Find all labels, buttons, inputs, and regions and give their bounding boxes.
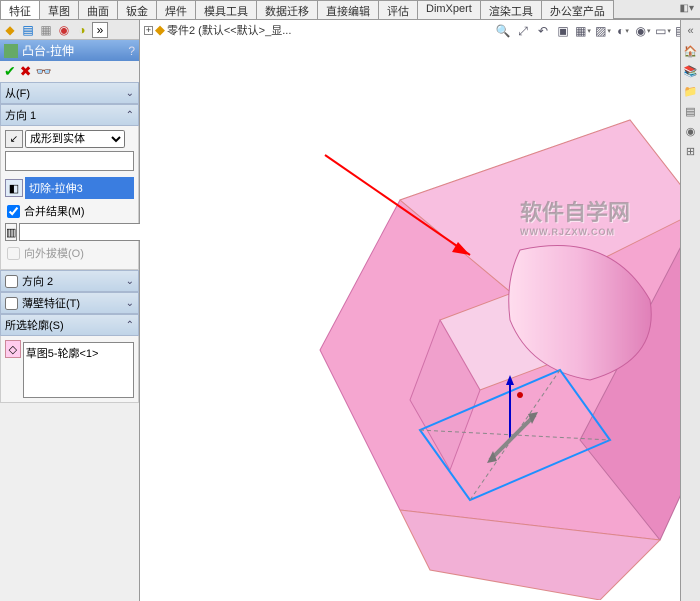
section-thin-label: 薄壁特征(T) xyxy=(22,295,80,311)
tab-office[interactable]: 办公室产品 xyxy=(541,0,614,19)
section-contour-header[interactable]: 所选轮廓(S) ⌃ xyxy=(0,314,139,336)
section-view-icon[interactable]: ▣ xyxy=(554,22,572,40)
section-dir1-body: ↙ 成形到实体 ◧ 切除-拉伸3 合并结果(M) ▥ 向外拔模(O) xyxy=(0,126,139,270)
hide-show-icon[interactable]: ◐▾ xyxy=(614,22,632,40)
search-glyph-icon[interactable]: ◧▾ xyxy=(680,3,694,14)
section-dir2-header[interactable]: 方向 2 ⌄ xyxy=(0,270,139,292)
direction-vector-input[interactable] xyxy=(5,151,134,171)
scene-icon[interactable]: ▭▾ xyxy=(654,22,672,40)
draft-icon[interactable]: ▥ xyxy=(5,223,17,241)
thin-checkbox[interactable] xyxy=(5,297,18,310)
view-orient-icon[interactable]: ▦▾ xyxy=(574,22,592,40)
display-icon[interactable]: ◉ xyxy=(56,22,72,38)
part-name[interactable]: 零件2 (默认<<默认>_显... xyxy=(167,22,291,38)
taskpane-library-icon[interactable]: 📚 xyxy=(682,62,700,80)
graphics-viewport[interactable]: + ◆ 零件2 (默认<<默认>_显... 🔍 ⤢ ↶ ▣ ▦▾ ▨▾ ◐▾ ◉… xyxy=(140,20,700,601)
tab-mold[interactable]: 模具工具 xyxy=(195,0,257,19)
section-dir2-label: 方向 2 xyxy=(22,273,53,289)
chevron-down-icon: ⌄ xyxy=(126,276,134,287)
extrude-icon xyxy=(4,44,18,58)
chevron-up-icon: ⌃ xyxy=(126,320,134,331)
model-render xyxy=(140,40,680,600)
contour-item[interactable]: 草图5-轮廓<1> xyxy=(26,345,131,361)
face-selector-icon[interactable]: ◧ xyxy=(5,179,23,197)
task-pane: « 🏠 📚 📁 ▤ ◉ ⊞ xyxy=(680,20,700,601)
draft-outward-checkbox xyxy=(7,247,20,260)
section-contour-body: ◇ 草图5-轮廓<1> xyxy=(0,336,139,403)
zoom-area-icon[interactable]: ⤢ xyxy=(514,22,532,40)
manager-tabs: ◆ ▤ ▦ ◉ ◑ » xyxy=(0,20,139,40)
chevron-down-icon: ⌄ xyxy=(126,88,134,99)
display-style-icon[interactable]: ▨▾ xyxy=(594,22,612,40)
property-manager: ◆ ▤ ▦ ◉ ◑ » 凸台-拉伸 ? ✔ ✖ 👓 从(F) ⌄ 方向 1 ⌃ xyxy=(0,20,140,601)
feature-title-text: 凸台-拉伸 xyxy=(22,42,74,59)
section-dir1-label: 方向 1 xyxy=(5,107,36,123)
dir2-checkbox[interactable] xyxy=(5,275,18,288)
taskpane-home-icon[interactable]: « xyxy=(682,22,700,40)
taskpane-view-icon[interactable]: ▤ xyxy=(682,102,700,120)
part-icon: ◆ xyxy=(155,22,165,38)
end-condition-select[interactable]: 成形到实体 xyxy=(25,130,125,148)
confirm-row: ✔ ✖ 👓 xyxy=(0,61,139,82)
section-from-label: 从(F) xyxy=(5,85,30,101)
merge-result-checkbox[interactable] xyxy=(7,205,20,218)
merge-result-label: 合并结果(M) xyxy=(24,203,85,219)
feature-title-bar: 凸台-拉伸 ? xyxy=(0,40,139,61)
section-contour-label: 所选轮廓(S) xyxy=(5,317,64,333)
decal-icon[interactable]: ◑ xyxy=(74,22,90,38)
property-icon[interactable]: ▤ xyxy=(20,22,36,38)
prev-view-icon[interactable]: ↶ xyxy=(534,22,552,40)
config-icon[interactable]: ▦ xyxy=(38,22,54,38)
draft-outward-label: 向外拔模(O) xyxy=(24,245,84,261)
preview-icon[interactable]: 👓 xyxy=(35,64,51,80)
tree-expand-icon[interactable]: + xyxy=(144,26,153,35)
cancel-icon[interactable]: ✖ xyxy=(20,63,32,80)
tab-sketch[interactable]: 草图 xyxy=(39,0,79,19)
tab-features[interactable]: 特征 xyxy=(0,0,40,19)
contour-selector-icon[interactable]: ◇ xyxy=(5,340,21,358)
selected-face-field[interactable]: 切除-拉伸3 xyxy=(25,177,134,199)
section-from-header[interactable]: 从(F) ⌄ xyxy=(0,82,139,104)
taskpane-property-icon[interactable]: ⊞ xyxy=(682,142,700,160)
tab-dimxpert[interactable]: DimXpert xyxy=(417,0,481,19)
ribbon-tabbar: 特征 草图 曲面 钣金 焊件 模具工具 数据迁移 直接编辑 评估 DimXper… xyxy=(0,0,700,20)
taskpane-explorer-icon[interactable]: 📁 xyxy=(682,82,700,100)
zoom-fit-icon[interactable]: 🔍 xyxy=(494,22,512,40)
appearance-icon[interactable]: ◉▾ xyxy=(634,22,652,40)
reverse-dir-icon[interactable]: ↙ xyxy=(5,130,23,148)
flyout-tree[interactable]: + ◆ 零件2 (默认<<默认>_显... xyxy=(144,22,291,38)
tab-evaluate[interactable]: 评估 xyxy=(378,0,418,19)
tab-render[interactable]: 渲染工具 xyxy=(480,0,542,19)
contour-listbox[interactable]: 草图5-轮廓<1> xyxy=(23,342,134,398)
help-icon[interactable]: ? xyxy=(128,44,135,58)
section-dir1-header[interactable]: 方向 1 ⌃ xyxy=(0,104,139,126)
tab-sheetmetal[interactable]: 钣金 xyxy=(117,0,157,19)
ok-icon[interactable]: ✔ xyxy=(4,63,16,80)
tab-direct-edit[interactable]: 直接编辑 xyxy=(317,0,379,19)
taskpane-resources-icon[interactable]: 🏠 xyxy=(682,42,700,60)
chevron-up-icon: ⌃ xyxy=(126,110,134,121)
taskpane-appearance-icon[interactable]: ◉ xyxy=(682,122,700,140)
view-toolbar: 🔍 ⤢ ↶ ▣ ▦▾ ▨▾ ◐▾ ◉▾ ▭▾ ▤▾ xyxy=(494,22,692,40)
chevron-down-icon: ⌄ xyxy=(126,298,134,309)
tab-weldment[interactable]: 焊件 xyxy=(156,0,196,19)
tab-surface[interactable]: 曲面 xyxy=(78,0,118,19)
expand-icon[interactable]: » xyxy=(92,22,108,38)
tab-data-migration[interactable]: 数据迁移 xyxy=(256,0,318,19)
feature-tree-icon[interactable]: ◆ xyxy=(2,22,18,38)
section-thin-header[interactable]: 薄壁特征(T) ⌄ xyxy=(0,292,139,314)
